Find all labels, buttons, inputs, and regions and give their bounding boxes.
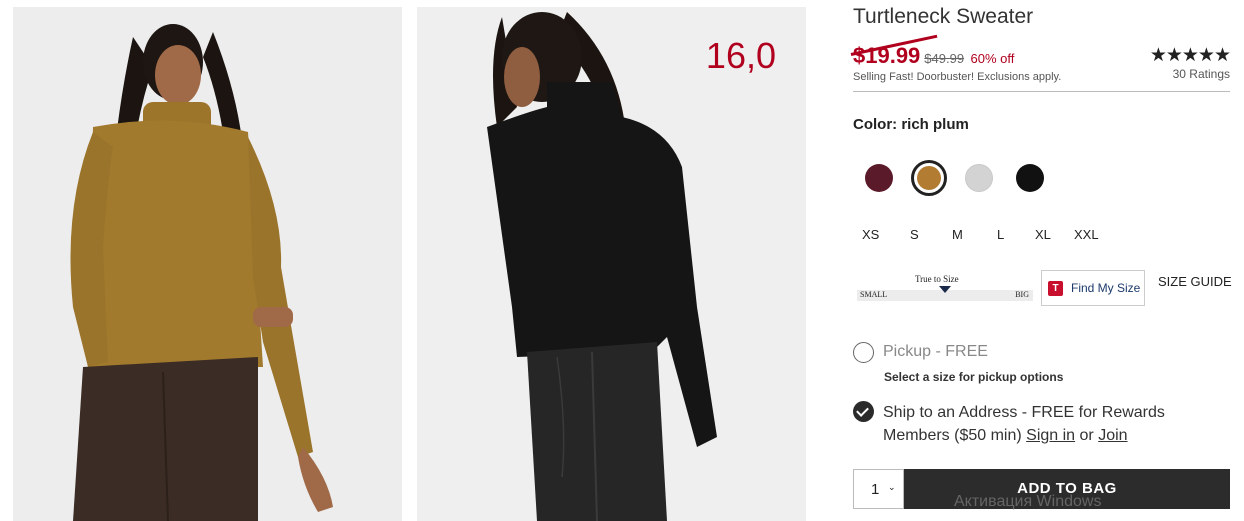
size-option-m[interactable]: M	[952, 227, 963, 242]
swatch-black[interactable]	[1016, 164, 1044, 192]
pickup-note: Select a size for pickup options	[884, 370, 1064, 384]
pickup-label[interactable]: Pickup - FREE	[883, 343, 988, 361]
chevron-down-icon: ⌄	[888, 482, 896, 492]
fit-marker-icon	[939, 286, 951, 293]
size-option-s[interactable]: S	[910, 227, 919, 242]
ship-label: Ship to an Address - FREE for Rewards Me…	[883, 401, 1203, 447]
promo-text: Selling Fast! Doorbuster! Exclusions app…	[853, 71, 1062, 83]
quantity-select[interactable]: 1 ⌄	[853, 469, 904, 509]
ship-radio[interactable]	[853, 401, 874, 422]
color-label: Color: rich plum	[853, 116, 969, 133]
fit-scale: True to Size SMALL BIG	[857, 273, 1033, 303]
price-row: $19.99 $49.99 60% off	[853, 43, 1015, 68]
rating-count[interactable]: 30 Ratings	[1120, 67, 1230, 81]
swatch-camel[interactable]	[911, 160, 947, 196]
or-text: or	[1079, 427, 1094, 444]
size-option-xl[interactable]: XL	[1035, 227, 1051, 242]
size-option-xxl[interactable]: XXL	[1074, 227, 1099, 242]
size-option-xs[interactable]: XS	[862, 227, 879, 242]
size-guide-link[interactable]: SIZE GUIDE	[1158, 274, 1232, 289]
original-price: $49.99	[924, 51, 965, 66]
star-rating-icon: ★★★★★	[1149, 45, 1231, 66]
fit-center-label: True to Size	[915, 274, 959, 284]
find-my-size-button[interactable]: T Find My Size	[1041, 270, 1145, 306]
model-photo-back	[417, 7, 806, 521]
join-link[interactable]: Join	[1098, 427, 1127, 444]
overlay-price-text: 16,0	[705, 35, 776, 76]
fit-min-label: SMALL	[860, 290, 888, 299]
find-my-size-label: Find My Size	[1071, 281, 1141, 295]
size-option-l[interactable]: L	[997, 227, 1004, 242]
divider	[853, 91, 1230, 92]
os-activation-watermark: Активация Windows	[954, 493, 1102, 510]
sign-in-link[interactable]: Sign in	[1026, 427, 1075, 444]
pickup-radio[interactable]	[853, 342, 874, 363]
product-image-front[interactable]	[13, 7, 402, 521]
swatch-light-grey[interactable]	[965, 164, 993, 192]
fit-max-label: BIG	[1015, 290, 1029, 299]
product-image-back[interactable]: 16,0	[417, 7, 806, 521]
rating-summary[interactable]: ★★★★★ 30 Ratings	[1120, 44, 1231, 81]
product-title: Turtleneck Sweater	[853, 5, 1034, 28]
swatch-rich-plum[interactable]	[865, 164, 893, 192]
true-fit-logo-icon: T	[1048, 281, 1063, 296]
model-photo-front	[13, 7, 402, 521]
sale-price: $19.99	[853, 43, 921, 68]
discount-label: 60% off	[970, 51, 1015, 66]
quantity-value: 1	[871, 481, 880, 498]
product-details-panel: Turtleneck Sweater $19.99 $49.99 60% off …	[853, 0, 1232, 521]
